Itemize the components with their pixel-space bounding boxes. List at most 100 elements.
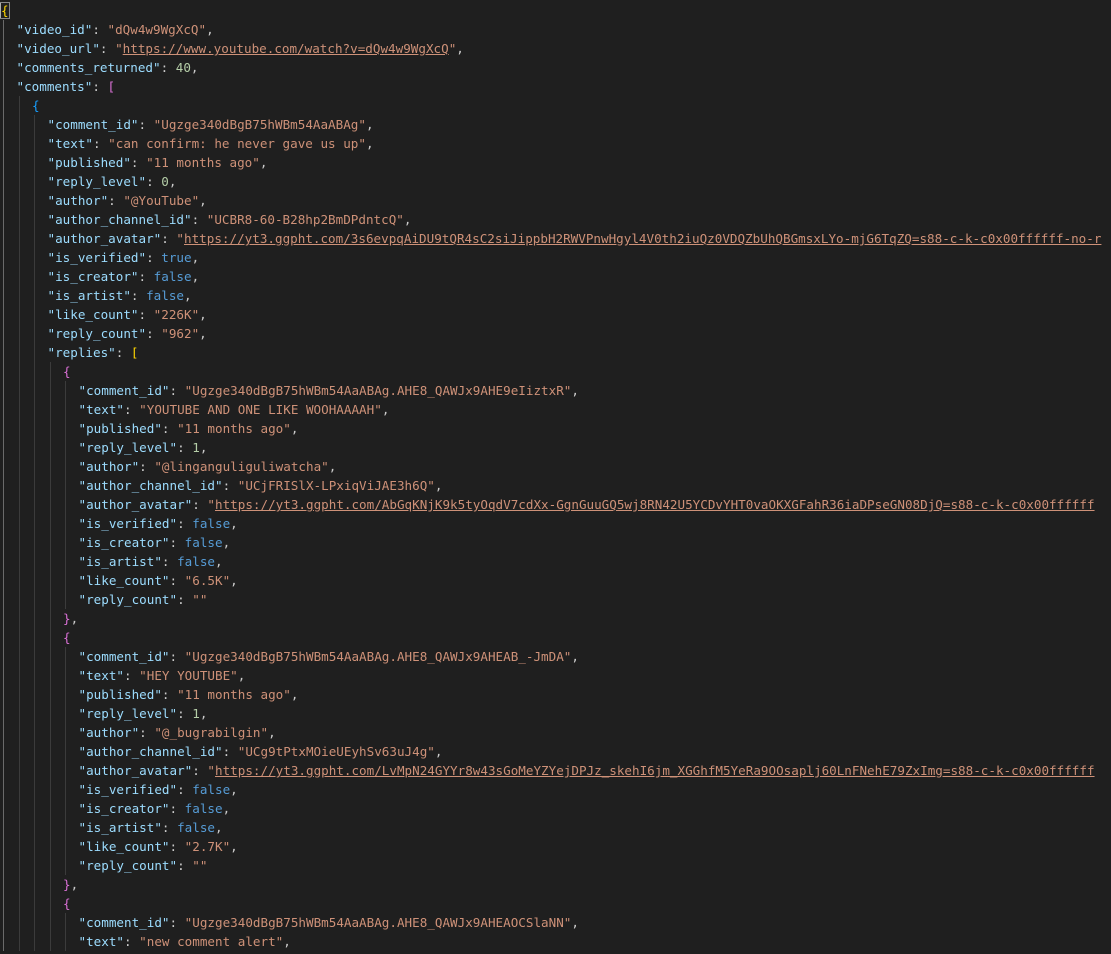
json-number: 0 <box>161 174 169 189</box>
indent-guide <box>49 495 51 514</box>
json-punctuation: , <box>571 649 579 664</box>
json-key: "author_channel_id" <box>78 478 223 493</box>
json-punctuation: , <box>184 288 192 303</box>
code-line: { <box>0 1 1111 20</box>
json-punctuation: , <box>70 611 79 626</box>
json-punctuation: , <box>268 725 276 740</box>
indent-guide <box>3 115 4 134</box>
code-line: "comment_id": "Ugzge340dBgB75hWBm54AaABA… <box>0 381 1111 400</box>
json-bracket: { <box>63 896 71 911</box>
indent-guide <box>18 932 20 951</box>
json-key: "is_creator" <box>47 269 139 284</box>
code-line: "comments_returned": 40, <box>0 58 1111 77</box>
indent-guide <box>3 58 4 77</box>
json-punctuation: : <box>177 858 193 873</box>
indent-guide <box>18 381 20 400</box>
indent-guide <box>3 609 4 628</box>
json-punctuation: : <box>169 649 185 664</box>
json-key: "reply_count" <box>78 592 178 607</box>
json-punctuation: : <box>161 554 178 569</box>
code-line: "replies": [ <box>0 343 1111 362</box>
json-key: "text" <box>78 934 125 949</box>
indent-guide <box>65 761 66 780</box>
json-boolean: true <box>161 250 192 265</box>
json-punctuation: : <box>191 212 207 227</box>
indent-guide <box>49 628 51 647</box>
indent-guide <box>34 780 35 799</box>
indent-guide <box>18 780 20 799</box>
json-string: "dQw4w9WgXcQ" <box>107 22 207 37</box>
indent-guide <box>3 248 4 267</box>
code-line: { <box>0 96 1111 115</box>
code-content: "author_avatar": "https://yt3.ggpht.com/… <box>48 229 1102 248</box>
indent-guide <box>3 476 4 495</box>
code-content: "reply_count": "" <box>79 856 208 875</box>
indent-guide <box>65 742 66 761</box>
text-cursor <box>0 3 1 18</box>
json-punctuation: : <box>108 193 124 208</box>
indent-guide <box>49 723 51 742</box>
code-content: { <box>63 362 71 381</box>
json-punctuation: , <box>215 554 223 569</box>
json-key: "is_artist" <box>78 554 162 569</box>
indent-guide <box>3 913 4 932</box>
json-punctuation: , <box>206 22 214 37</box>
indent-guide <box>3 286 4 305</box>
json-punctuation: : <box>161 421 178 436</box>
json-key: "author_avatar" <box>78 497 193 512</box>
code-content: "is_artist": false, <box>79 818 223 837</box>
indent-guide <box>49 552 51 571</box>
json-punctuation: : <box>177 516 193 531</box>
indent-guide <box>34 495 35 514</box>
json-url-link[interactable]: https://yt3.ggpht.com/3s6evpqAiDU9tQR4sC… <box>184 231 1101 246</box>
code-line: "comments": [ <box>0 77 1111 96</box>
indent-guide <box>3 419 4 438</box>
indent-guide <box>34 628 35 647</box>
json-key: "author" <box>78 725 140 740</box>
json-string: "6.5K" <box>184 573 231 588</box>
indent-guide <box>49 856 51 875</box>
indent-guide <box>49 837 51 856</box>
indent-guide <box>65 647 66 666</box>
code-content: "is_creator": false, <box>48 267 200 286</box>
json-string: "" <box>192 592 208 607</box>
indent-guide <box>18 286 20 305</box>
indent-guide <box>34 894 35 913</box>
code-line: "author_channel_id": "UCjFRISlX-LPxiqViJ… <box>0 476 1111 495</box>
code-line: "is_artist": false, <box>0 552 1111 571</box>
indent-guide <box>65 457 66 476</box>
json-url-link[interactable]: https://yt3.ggpht.com/LvMpN24GYYr8w43sGo… <box>215 763 1095 778</box>
indent-guide <box>3 761 4 780</box>
indent-guide <box>65 552 66 571</box>
indent-guide <box>49 609 51 628</box>
code-line: "is_artist": false, <box>0 818 1111 837</box>
indent-guide <box>49 666 51 685</box>
json-string: "226K" <box>153 307 200 322</box>
json-string: " <box>207 497 215 512</box>
indent-guide <box>3 818 4 837</box>
json-punctuation: , <box>222 801 231 816</box>
json-editor[interactable]: {"video_id": "dQw4w9WgXcQ", "video_url": … <box>0 0 1111 954</box>
json-url-link[interactable]: https://yt3.ggpht.com/AbGqKNjK9k5tyOqdV7… <box>215 497 1095 512</box>
code-content: "reply_count": "" <box>79 590 208 609</box>
json-key: "video_url" <box>16 41 100 56</box>
indent-guide <box>18 362 20 381</box>
json-boolean: false <box>192 516 231 531</box>
json-punctuation: : <box>124 934 140 949</box>
json-punctuation: : <box>138 307 154 322</box>
json-punctuation: : <box>169 839 185 854</box>
indent-guide <box>3 875 4 894</box>
indent-guide <box>65 514 66 533</box>
indent-guide <box>65 780 66 799</box>
code-content: "comment_id": "Ugzge340dBgB75hWBm54AaABA… <box>79 913 579 932</box>
indent-guide <box>3 552 4 571</box>
indent-guide <box>34 761 35 780</box>
code-line: "video_id": "dQw4w9WgXcQ", <box>0 20 1111 39</box>
indent-guide <box>3 571 4 590</box>
code-content: "text": "HEY YOUTUBE", <box>79 666 246 685</box>
json-punctuation: : <box>222 478 238 493</box>
json-punctuation: , <box>237 668 246 683</box>
code-line: "is_artist": false, <box>0 286 1111 305</box>
json-key: "like_count" <box>47 307 139 322</box>
json-url-link[interactable]: https://www.youtube.com/watch?v=dQw4w9Wg… <box>123 41 449 56</box>
